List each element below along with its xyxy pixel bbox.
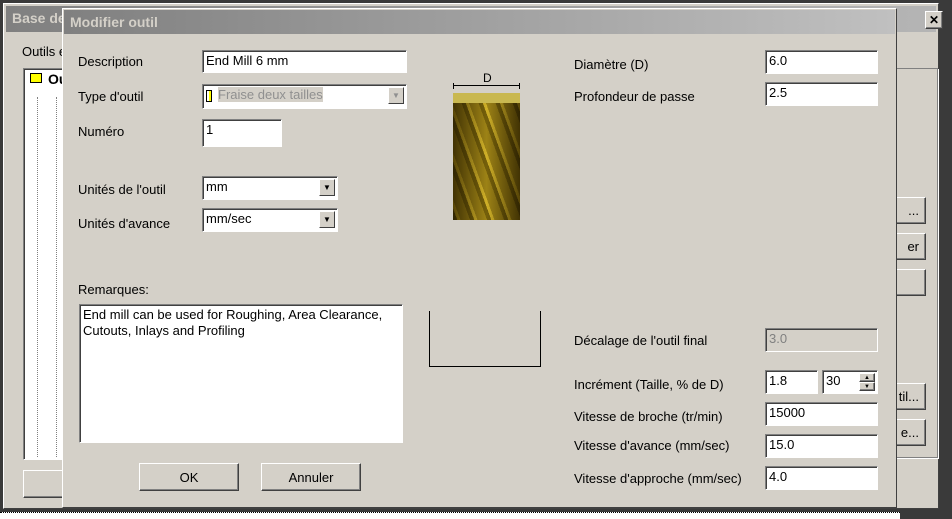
description-label: Description xyxy=(78,54,144,69)
ok-button[interactable]: OK xyxy=(139,463,239,491)
chevron-down-icon[interactable]: ▼ xyxy=(319,179,335,196)
spin-up-button[interactable]: ▲ xyxy=(859,373,875,382)
end-mill-icon xyxy=(206,89,212,102)
plunge-rate-label: Vitesse d'approche (mm/sec) xyxy=(574,471,742,486)
stepover-percent-value: 30 xyxy=(826,373,841,388)
description-input[interactable]: End Mill 6 mm xyxy=(202,50,407,73)
stepover-label: Incrément (Taille, % de D) xyxy=(574,377,724,392)
pass-depth-label: Profondeur de passe xyxy=(574,89,695,104)
feed-rate-input[interactable]: 15.0 xyxy=(765,434,878,458)
notes-label: Remarques: xyxy=(78,282,149,297)
tool-type-select[interactable]: Fraise deux tailles ▼ xyxy=(202,84,407,109)
final-offset-input: 3.0 xyxy=(765,328,878,352)
spin-down-button[interactable]: ▼ xyxy=(859,382,875,391)
feed-units-value: mm/sec xyxy=(206,211,252,226)
workpiece-outline xyxy=(429,311,541,367)
cancel-button[interactable]: Annuler xyxy=(261,463,361,491)
tool-type-value: Fraise deux tailles xyxy=(218,87,323,102)
chevron-down-icon[interactable]: ▼ xyxy=(319,211,335,228)
plunge-rate-input[interactable]: 4.0 xyxy=(765,466,878,490)
spindle-speed-label: Vitesse de broche (tr/min) xyxy=(574,409,723,424)
spindle-speed-input[interactable]: 15000 xyxy=(765,402,878,426)
tool-type-label: Type d'outil xyxy=(78,89,144,104)
stepover-percent-stepper[interactable]: 30 ▲ ▼ xyxy=(822,370,878,394)
number-label: Numéro xyxy=(78,124,125,139)
tool-units-label: Unités de l'outil xyxy=(78,182,166,197)
pass-depth-input[interactable]: 2.5 xyxy=(765,82,878,106)
feed-units-label: Unités d'avance xyxy=(78,216,171,231)
notes-textarea[interactable]: End mill can be used for Roughing, Area … xyxy=(79,304,403,443)
feed-rate-label: Vitesse d'avance (mm/sec) xyxy=(574,438,730,453)
diameter-dimension-line xyxy=(453,83,520,89)
tree-line xyxy=(37,97,38,457)
number-input[interactable]: 1 xyxy=(202,119,282,147)
tree-label: Outils e xyxy=(22,44,67,59)
tree-line xyxy=(56,97,57,457)
feed-units-select[interactable]: mm/sec ▼ xyxy=(202,208,338,232)
tool-units-select[interactable]: mm ▼ xyxy=(202,176,338,200)
diameter-input[interactable]: 6.0 xyxy=(765,50,878,74)
modify-tool-dialog: Modifier outil Description End Mill 6 mm… xyxy=(62,8,897,508)
dialog-title: Modifier outil xyxy=(64,10,895,34)
end-mill-image xyxy=(453,93,520,220)
stepover-input[interactable]: 1.8 xyxy=(765,370,818,394)
folder-icon xyxy=(30,73,42,83)
tool-units-value: mm xyxy=(206,179,228,194)
chevron-down-icon[interactable]: ▼ xyxy=(388,87,404,104)
taskbar-strip xyxy=(0,512,900,519)
close-button[interactable]: ✕ xyxy=(925,11,943,29)
final-offset-label: Décalage de l'outil final xyxy=(574,333,708,348)
diameter-label: Diamètre (D) xyxy=(574,57,649,72)
